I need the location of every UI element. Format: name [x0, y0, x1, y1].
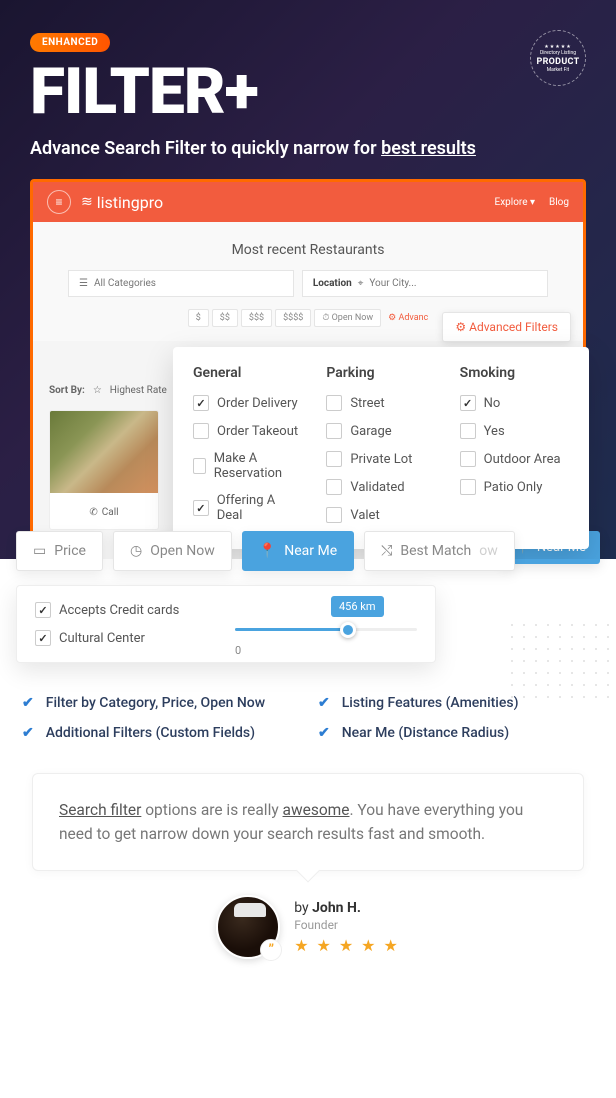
quote-icon: ” — [260, 939, 282, 961]
pin-icon: 📍 — [259, 543, 276, 559]
list-icon: ☰ — [79, 278, 88, 289]
sort-by: Sort By: ☆ Highest Rate — [49, 385, 167, 396]
filter-option-label: Validated — [350, 480, 404, 495]
filter-option-label: Valet — [350, 508, 379, 523]
author-name: by John H. — [294, 900, 400, 916]
call-button[interactable]: ✆ Call — [50, 493, 158, 530]
advanced-filters-button[interactable]: ⚙ Advanced Filters — [442, 312, 571, 342]
checkbox[interactable] — [193, 458, 206, 474]
price-1[interactable]: $ — [188, 309, 209, 327]
listing-card[interactable]: ✆ Call — [49, 410, 159, 530]
star-rating: ★ ★ ★ ★ ★ — [294, 936, 400, 955]
distance-slider[interactable]: 0 — [235, 628, 417, 631]
check-icon: ✔ — [22, 725, 34, 741]
checkbox[interactable] — [326, 451, 342, 467]
open-now-chip[interactable]: ⏱ Open Now — [314, 309, 381, 327]
checkbox[interactable] — [326, 423, 342, 439]
advanced-filter-panel: General Order Delivery Order Takeout Make … — [173, 347, 589, 549]
filter-option-label: Order Takeout — [217, 424, 298, 439]
feature-item: ✔Additional Filters (Custom Fields) — [22, 725, 298, 741]
filter-option-label: Order Delivery — [217, 396, 298, 411]
slider-value: 456 km — [331, 596, 384, 617]
extra-filters-card: Accepts Credit cards Cultural Center 456… — [16, 585, 436, 663]
filter-col-general: General — [193, 365, 302, 381]
app-mockup: ≡ ≋ listingpro Explore ▾ Blog Most recen… — [30, 179, 586, 559]
secondary-filters: ▭Price ◷Open Now 📍Near Me ⤭Best Matchow … — [0, 559, 616, 959]
best-match-pill[interactable]: ⤭Best Matchow — [364, 531, 515, 571]
page-title: FILTER+ — [30, 60, 586, 124]
testimonial-text: Search filter options are is really awes… — [59, 798, 557, 846]
enhanced-badge: ENHANCED — [30, 33, 110, 52]
tag-icon: ▭ — [33, 543, 46, 559]
checkbox[interactable] — [326, 395, 342, 411]
checkbox[interactable] — [35, 630, 51, 646]
hero: ENHANCED ★★★★★ Directory Listing PRODUCT… — [0, 0, 616, 559]
feature-item: ✔Listing Features (Amenities) — [318, 695, 594, 711]
crosshair-icon: ⌖ — [358, 278, 364, 289]
menu-icon[interactable]: ≡ — [47, 190, 71, 214]
filter-option-label: Private Lot — [350, 452, 412, 467]
filter-option-label: Yes — [484, 424, 505, 439]
near-me-pill[interactable]: 📍Near Me — [242, 531, 354, 571]
open-now-pill[interactable]: ◷Open Now — [113, 531, 232, 571]
filter-option-label: Offering A Deal — [217, 493, 303, 523]
layers-icon: ≋ — [81, 194, 93, 210]
price-pill[interactable]: ▭Price — [16, 531, 103, 571]
shuffle-icon: ⤭ — [381, 543, 392, 559]
feature-list: ✔Filter by Category, Price, Open Now ✔Lis… — [16, 695, 600, 741]
price-3[interactable]: $$$ — [241, 309, 272, 327]
mockup-topbar: ≡ ≋ listingpro Explore ▾ Blog — [33, 182, 583, 222]
phone-icon: ✆ — [89, 507, 97, 518]
filter-option-label: Garage — [350, 424, 391, 439]
check-icon: ✔ — [318, 695, 330, 711]
filter-col-parking: Parking — [326, 365, 435, 381]
check-label: Cultural Center — [59, 631, 145, 646]
checkbox[interactable] — [460, 451, 476, 467]
check-label: Accepts Credit cards — [59, 603, 179, 618]
author-role: Founder — [294, 918, 400, 932]
logo: ≋ listingpro — [81, 193, 163, 212]
filter-col-smoking: Smoking — [460, 365, 569, 381]
filter-option-label: Outdoor Area — [484, 452, 561, 467]
location-input[interactable]: Location ⌖ Your City... — [302, 270, 548, 297]
sliders-icon: ⚙ — [455, 320, 466, 334]
checkbox[interactable] — [326, 479, 342, 495]
price-2[interactable]: $$ — [212, 309, 238, 327]
adv-chip[interactable]: ⚙ Advanc — [388, 313, 428, 323]
subtitle: Advance Search Filter to quickly narrow … — [30, 138, 586, 159]
checkbox[interactable] — [35, 602, 51, 618]
clock-icon: ◷ — [130, 543, 142, 559]
checkbox[interactable] — [193, 395, 209, 411]
check-icon: ✔ — [22, 695, 34, 711]
checkbox[interactable] — [193, 423, 209, 439]
testimonial-author: ” by John H. Founder ★ ★ ★ ★ ★ — [16, 895, 600, 959]
category-select[interactable]: ☰ All Categories — [68, 270, 294, 297]
product-badge: ★★★★★ Directory Listing PRODUCT Market F… — [530, 30, 586, 86]
checkbox[interactable] — [460, 395, 476, 411]
nav-explore[interactable]: Explore ▾ — [495, 197, 536, 208]
checkbox[interactable] — [326, 507, 342, 523]
check-icon: ✔ — [318, 725, 330, 741]
checkbox[interactable] — [460, 479, 476, 495]
filter-option-label: Make A Reservation — [214, 451, 303, 481]
feature-item: ✔Filter by Category, Price, Open Now — [22, 695, 298, 711]
nav-blog[interactable]: Blog — [549, 197, 569, 208]
filter-option-label: No — [484, 396, 501, 411]
mockup-heading: Most recent Restaurants — [49, 242, 567, 258]
star-icon: ☆ — [93, 385, 102, 396]
listing-thumbnail — [50, 411, 158, 493]
checkbox[interactable] — [460, 423, 476, 439]
feature-item: ✔Near Me (Distance Radius) — [318, 725, 594, 741]
price-4[interactable]: $$$$ — [275, 309, 311, 327]
testimonial-card: Search filter options are is really awes… — [32, 773, 584, 871]
filter-option-label: Street — [350, 396, 384, 411]
slider-thumb[interactable] — [340, 622, 356, 638]
checkbox[interactable] — [193, 500, 209, 516]
filter-option-label: Patio Only — [484, 480, 543, 495]
